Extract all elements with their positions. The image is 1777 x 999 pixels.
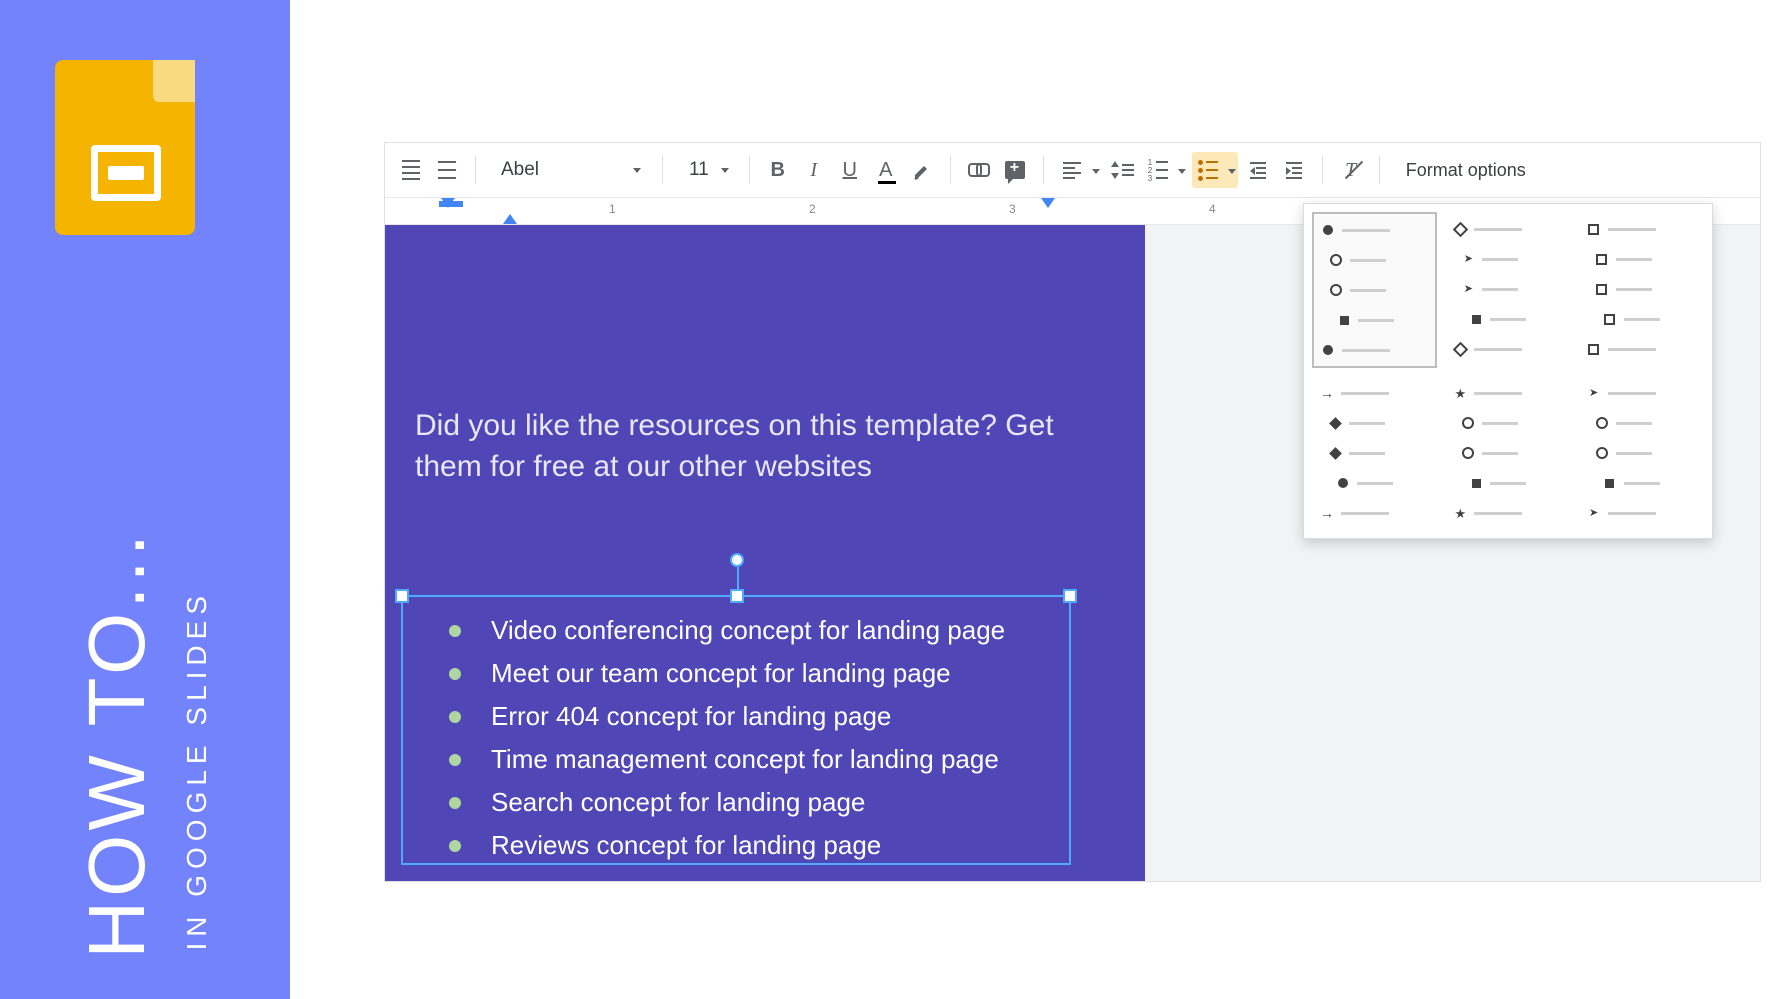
bullet-style-dropdown	[1303, 203, 1713, 539]
ruler-left-indent-icon[interactable]	[503, 214, 517, 224]
italic-button[interactable]: I	[798, 152, 830, 188]
ruler-first-line-indent-icon[interactable]	[441, 198, 455, 208]
bullet-icon	[449, 840, 461, 852]
sidebar-title: HOW TO...	[77, 530, 157, 959]
font-size-select[interactable]: 11	[675, 153, 737, 187]
resize-handle-icon[interactable]	[730, 589, 744, 603]
increase-indent-button[interactable]	[1278, 152, 1310, 188]
insert-link-button[interactable]	[963, 152, 995, 188]
ruler-tick-label: 2	[809, 202, 816, 216]
ruler-tick-label: 3	[1009, 202, 1016, 216]
bullet-icon	[449, 625, 461, 637]
slide-heading-text[interactable]: Did you like the resources on this templ…	[415, 405, 1085, 488]
bullet-icon	[449, 797, 461, 809]
clear-formatting-button[interactable]: T	[1335, 152, 1367, 188]
bullet-icon	[449, 711, 461, 723]
google-slides-logo-icon	[55, 60, 195, 235]
sidebar-subtitle: IN GOOGLE SLIDES	[181, 590, 213, 951]
toolbar: Abel 11 B I U A 123 T Format options	[385, 143, 1760, 198]
list-item: Error 404 concept for landing page	[449, 701, 1051, 732]
ruler-right-indent-icon[interactable]	[1041, 198, 1055, 208]
slide: Did you like the resources on this templ…	[385, 225, 1145, 882]
line-spacing-loose-button[interactable]	[431, 152, 463, 188]
add-comment-button[interactable]	[999, 152, 1031, 188]
bullet-preset-option[interactable]	[1445, 212, 1570, 366]
align-button[interactable]	[1056, 152, 1102, 188]
app-window: Abel 11 B I U A 123 T Format options	[384, 142, 1761, 882]
line-spacing-button[interactable]	[1106, 152, 1138, 188]
selected-textbox[interactable]: Video conferencing concept for landing p…	[401, 595, 1071, 865]
resize-handle-icon[interactable]	[1063, 589, 1077, 603]
bullet-icon	[449, 668, 461, 680]
list-item: Reviews concept for landing page	[449, 830, 1051, 861]
font-family-select[interactable]: Abel	[488, 152, 650, 188]
ruler-tick-label: 4	[1209, 202, 1216, 216]
bold-button[interactable]: B	[762, 152, 794, 188]
list-item: Search concept for landing page	[449, 787, 1051, 818]
list-item: Time management concept for landing page	[449, 744, 1051, 775]
bulleted-list-button[interactable]	[1192, 152, 1238, 188]
list-item: Meet our team concept for landing page	[449, 658, 1051, 689]
rotate-handle-icon[interactable]	[730, 553, 744, 567]
decrease-indent-button[interactable]	[1242, 152, 1274, 188]
highlight-color-button[interactable]	[906, 152, 938, 188]
bullet-icon	[449, 754, 461, 766]
text-color-button[interactable]: A	[870, 152, 902, 188]
bullet-preset-option[interactable]	[1579, 212, 1704, 366]
underline-button[interactable]: U	[834, 152, 866, 188]
resize-handle-icon[interactable]	[395, 589, 409, 603]
format-options-button[interactable]: Format options	[1392, 152, 1540, 188]
bullet-preset-option[interactable]	[1445, 376, 1570, 530]
bullet-preset-option[interactable]	[1312, 376, 1437, 530]
line-spacing-tight-button[interactable]	[395, 152, 427, 188]
tutorial-sidebar: HOW TO... IN GOOGLE SLIDES	[0, 0, 290, 999]
numbered-list-button[interactable]: 123	[1142, 152, 1188, 188]
bullet-list[interactable]: Video conferencing concept for landing p…	[449, 615, 1051, 873]
bullet-preset-option[interactable]	[1579, 376, 1704, 530]
ruler-tick-label: 1	[609, 202, 616, 216]
bullet-preset-option[interactable]	[1312, 212, 1437, 368]
list-item: Video conferencing concept for landing p…	[449, 615, 1051, 646]
